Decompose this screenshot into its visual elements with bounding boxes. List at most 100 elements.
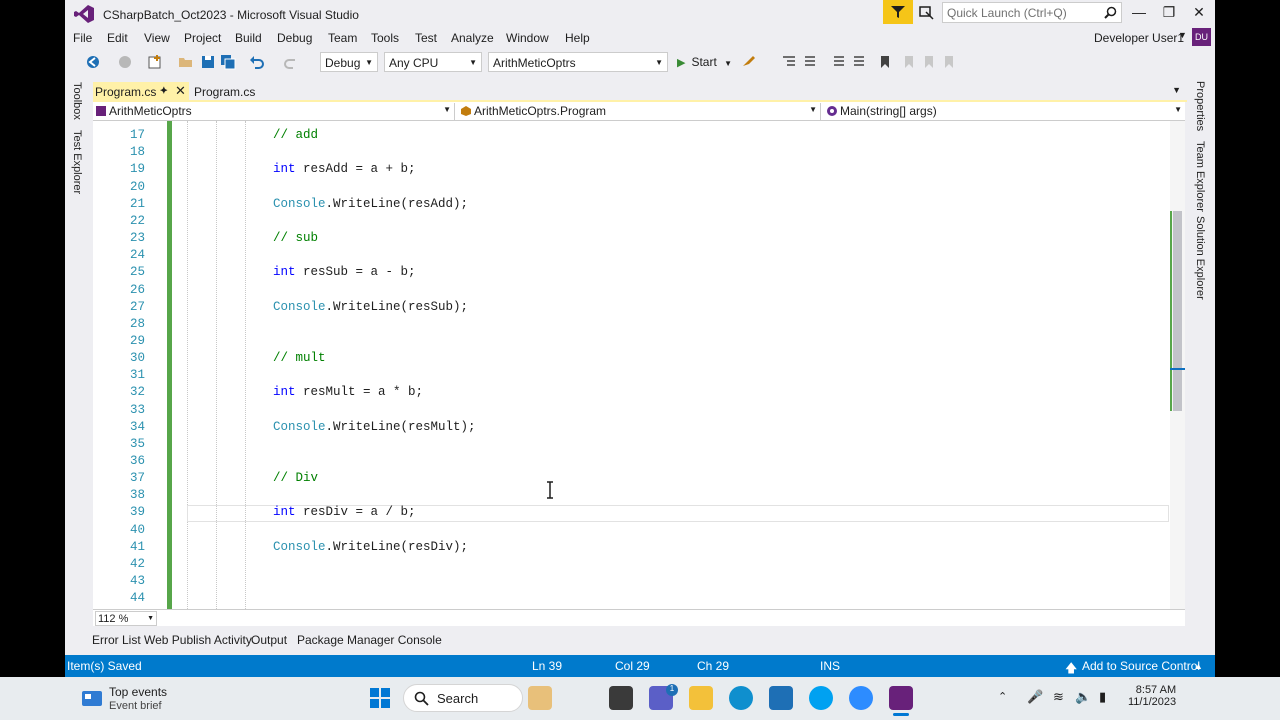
- tab-output[interactable]: Output: [251, 633, 287, 647]
- menu-file[interactable]: File: [73, 31, 92, 45]
- bookmark-icon[interactable]: [877, 54, 893, 70]
- member-dropdown[interactable]: Main(string[] args) ▼: [824, 103, 1185, 120]
- windows-start-icon[interactable]: [370, 688, 390, 708]
- edge-browser-icon[interactable]: [729, 686, 753, 710]
- tab-program-cs[interactable]: Program.cs: [194, 85, 255, 99]
- zoom-value: 112 %: [98, 613, 129, 625]
- feedback-icon[interactable]: [917, 4, 935, 22]
- chevron-up-icon[interactable]: ▲: [1194, 661, 1203, 671]
- close-tab-icon[interactable]: ✕: [175, 83, 186, 99]
- menu-view[interactable]: View: [144, 31, 170, 45]
- solution-explorer-tab[interactable]: Solution Explorer: [1194, 216, 1206, 300]
- store-icon[interactable]: [769, 686, 793, 710]
- startup-project-select[interactable]: ArithMeticOptrs ▼: [488, 52, 668, 72]
- tab-web-publish-activity[interactable]: Web Publish Activity: [144, 633, 252, 647]
- code-line[interactable]: int resDiv = a / b;: [273, 505, 416, 519]
- close-icon[interactable]: ✕: [1184, 4, 1214, 22]
- uncomment-icon[interactable]: [851, 54, 867, 70]
- scrollbar-thumb[interactable]: [1173, 211, 1182, 411]
- code-line[interactable]: Console.WriteLine(resMult);: [273, 420, 476, 434]
- prev-bookmark-icon[interactable]: [901, 54, 917, 70]
- forward-icon[interactable]: [117, 54, 133, 70]
- solution-platform-select[interactable]: Any CPU ▼: [384, 52, 482, 72]
- code-line[interactable]: // add: [273, 128, 318, 142]
- team-explorer-tab[interactable]: Team Explorer: [1194, 141, 1206, 212]
- title-bar: CSharpBatch_Oct2023 - Microsoft Visual S…: [65, 0, 1215, 28]
- tab-program-cs-active[interactable]: Program.cs ⯌ ✕: [93, 82, 189, 102]
- code-editor[interactable]: 16 17 18 19 20 21 22 23 24 25 26 27 28 29 30 31 32 33 34 35…: [93, 121, 1185, 609]
- menu-test[interactable]: Test: [415, 31, 437, 45]
- undo-icon[interactable]: [249, 54, 265, 70]
- menu-debug[interactable]: Debug: [277, 31, 312, 45]
- step-icon[interactable]: [781, 54, 797, 70]
- chevron-down-icon[interactable]: ▼: [1178, 30, 1187, 40]
- code-line[interactable]: Console.WriteLine(resAdd);: [273, 197, 468, 211]
- code-line[interactable]: Console.WriteLine(resSub);: [273, 300, 468, 314]
- menu-team[interactable]: Team: [328, 31, 357, 45]
- menu-build[interactable]: Build: [235, 31, 262, 45]
- task-view-icon[interactable]: [609, 686, 633, 710]
- tab-overflow-icon[interactable]: ▼: [1172, 85, 1181, 95]
- comment-icon[interactable]: [831, 54, 847, 70]
- save-icon[interactable]: [200, 54, 216, 70]
- volume-icon[interactable]: 🔈: [1075, 689, 1091, 705]
- minimize-icon[interactable]: —: [1124, 4, 1154, 22]
- new-project-icon[interactable]: [147, 54, 163, 70]
- news-title[interactable]: Top events: [109, 685, 167, 699]
- menu-help[interactable]: Help: [565, 31, 590, 45]
- next-bookmark-icon[interactable]: [921, 54, 937, 70]
- project-dropdown[interactable]: ArithMeticOptrs ▼: [93, 103, 455, 120]
- tab-package-manager-console[interactable]: Package Manager Console: [297, 633, 442, 647]
- code-line[interactable]: int resMult = a * b;: [273, 385, 423, 399]
- menu-tools[interactable]: Tools: [371, 31, 399, 45]
- clock-time: 8:57 AM: [1135, 684, 1177, 696]
- battery-icon[interactable]: ▮: [1099, 689, 1106, 705]
- wifi-icon[interactable]: ≋: [1053, 689, 1064, 705]
- code-line[interactable]: // sub: [273, 231, 318, 245]
- microphone-icon[interactable]: 🎤: [1027, 689, 1043, 705]
- skype-icon[interactable]: [809, 686, 833, 710]
- add-to-source-control-button[interactable]: Add to Source Control: [1082, 659, 1200, 673]
- tab-error-list[interactable]: Error List: [92, 633, 141, 647]
- open-file-icon[interactable]: [178, 54, 194, 70]
- vertical-scrollbar[interactable]: [1170, 121, 1185, 609]
- format-icon[interactable]: [803, 54, 819, 70]
- attach-icon[interactable]: [741, 54, 757, 70]
- properties-tab[interactable]: Properties: [1194, 81, 1206, 131]
- menu-analyze[interactable]: Analyze: [451, 31, 494, 45]
- menu-edit[interactable]: Edit: [107, 31, 128, 45]
- file-explorer-icon[interactable]: [689, 686, 713, 710]
- redo-icon[interactable]: [283, 54, 299, 70]
- clear-bookmarks-icon[interactable]: [941, 54, 957, 70]
- restore-icon[interactable]: ❐: [1154, 4, 1184, 22]
- solution-configuration-select[interactable]: Debug ▼: [320, 52, 378, 72]
- code-line[interactable]: // mult: [273, 351, 326, 365]
- back-icon[interactable]: [85, 54, 101, 70]
- search-highlight-icon[interactable]: [528, 686, 552, 710]
- news-widget-icon[interactable]: [82, 689, 102, 707]
- notification-filter-icon[interactable]: [883, 0, 913, 24]
- zoom-select[interactable]: 112 % ▼: [95, 611, 157, 626]
- active-app-indicator: [893, 713, 909, 716]
- class-dropdown[interactable]: ArithMeticOptrs.Program ▼: [458, 103, 821, 120]
- taskbar-search[interactable]: Search: [403, 684, 523, 712]
- code-line[interactable]: Console.WriteLine(resDiv);: [273, 540, 468, 554]
- zoom-app-icon[interactable]: [849, 686, 873, 710]
- test-explorer-tab[interactable]: Test Explorer: [71, 130, 83, 194]
- text-cursor-icon: [547, 481, 553, 499]
- toolbox-tab[interactable]: Toolbox: [71, 82, 83, 120]
- visual-studio-taskbar-icon[interactable]: [889, 686, 913, 710]
- taskbar-clock[interactable]: 8:57 AM 11/1/2023: [1128, 684, 1176, 708]
- code-line[interactable]: // Div: [273, 471, 318, 485]
- code-line[interactable]: int resSub = a - b;: [273, 265, 416, 279]
- pin-icon[interactable]: ⯌: [160, 85, 168, 96]
- chevron-up-icon[interactable]: ⌃: [998, 690, 1007, 703]
- avatar[interactable]: DU: [1192, 28, 1211, 46]
- code-line[interactable]: int resAdd = a + b;: [273, 162, 416, 176]
- start-button[interactable]: ▶ Start ▼: [677, 55, 732, 69]
- save-all-icon[interactable]: [220, 54, 236, 70]
- menu-project[interactable]: Project: [184, 31, 221, 45]
- menu-window[interactable]: Window: [506, 31, 549, 45]
- quick-launch-input[interactable]: Quick Launch (Ctrl+Q): [942, 2, 1122, 23]
- user-name[interactable]: Developer User1: [1094, 31, 1184, 45]
